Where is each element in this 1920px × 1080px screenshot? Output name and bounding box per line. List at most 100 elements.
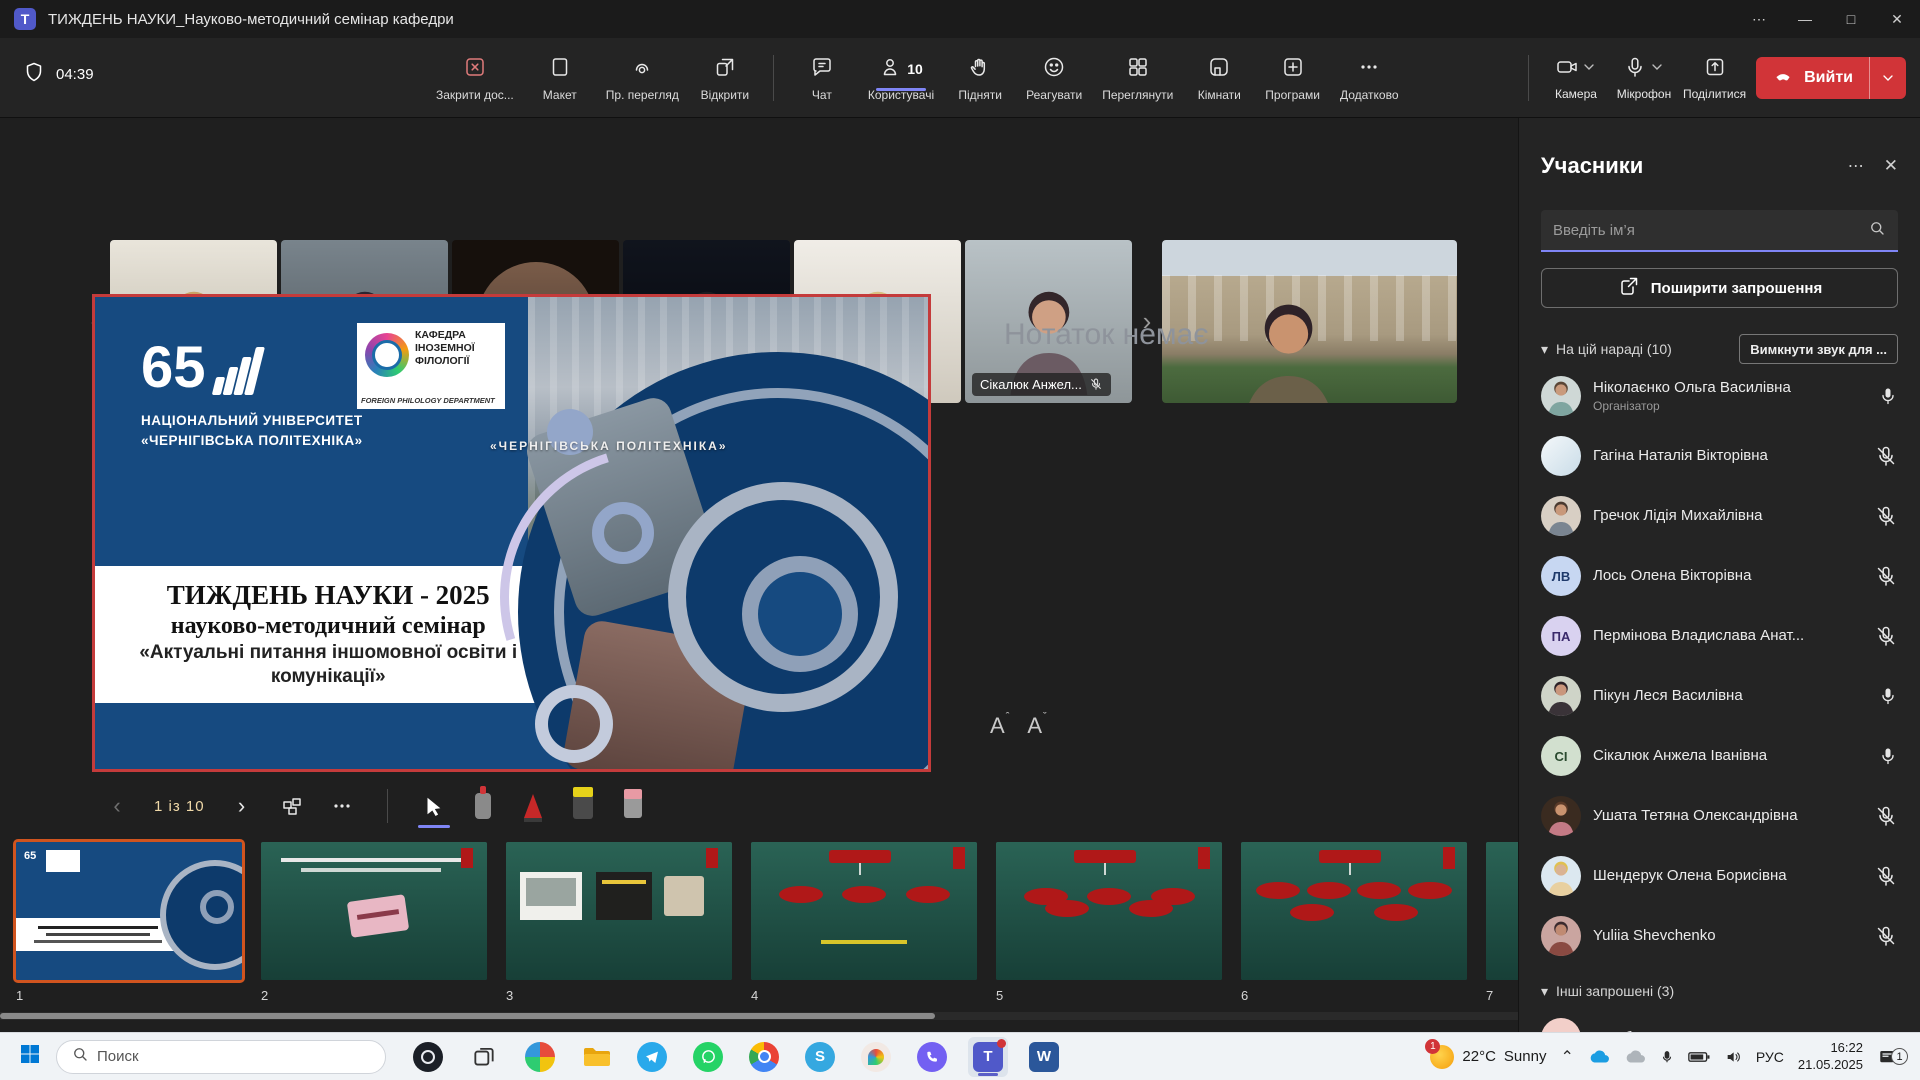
maximize-button[interactable]: □	[1828, 0, 1874, 38]
language-indicator[interactable]: РУС	[1756, 1049, 1784, 1065]
filmstrip-scrollbar[interactable]	[0, 1012, 1518, 1020]
onedrive-icon[interactable]	[1588, 1049, 1610, 1065]
toolbar-chat-button[interactable]: Чат	[790, 46, 854, 110]
toolbar-open-button[interactable]: Відкрити	[693, 46, 757, 110]
participant-row[interactable]: Щербак Олена Миколаївна	[1541, 1008, 1898, 1032]
chevron-down-icon[interactable]	[1581, 59, 1597, 80]
participant-row[interactable]: Yuliia Shevchenko	[1541, 906, 1898, 966]
skype-taskbar-icon[interactable]: S	[800, 1037, 840, 1077]
participant-row[interactable]: Ніколаєнко Ольга ВасилівнаОрганізатор	[1541, 366, 1898, 426]
toolbar-private-view-button[interactable]: Пр. перегляд	[600, 46, 685, 110]
muted-mic-icon[interactable]	[1874, 804, 1898, 828]
notification-badge: 1	[1891, 1048, 1908, 1065]
pinwheel-taskbar-icon[interactable]	[520, 1037, 560, 1077]
muted-mic-icon[interactable]	[1874, 624, 1898, 648]
mic-on-icon[interactable]	[1878, 686, 1898, 706]
slide-subtitle: науково-методичний семінар	[171, 613, 486, 640]
chevron-down-icon[interactable]	[1649, 59, 1665, 80]
participant-row[interactable]: Гречок Лідія Михайлівна	[1541, 486, 1898, 546]
pointer-tool-button[interactable]	[420, 788, 446, 824]
toolbar-view-button[interactable]: Переглянути	[1096, 46, 1179, 110]
taskbar-search[interactable]	[56, 1040, 386, 1074]
mic-on-icon[interactable]	[1878, 746, 1898, 766]
cloud-icon[interactable]	[1624, 1049, 1646, 1065]
slide-grid-button[interactable]	[279, 788, 305, 824]
minimize-button[interactable]: —	[1782, 0, 1828, 38]
leave-button[interactable]: Вийти	[1756, 57, 1906, 99]
filmstrip-slide-3[interactable]	[506, 842, 732, 980]
participant-row[interactable]: Гагіна Наталія Вікторівна	[1541, 426, 1898, 486]
battery-icon[interactable]	[1688, 1050, 1710, 1064]
chrome-taskbar-icon[interactable]	[744, 1037, 784, 1077]
participant-row[interactable]: ПАПермінова Владислава Анат...	[1541, 606, 1898, 666]
participant-row[interactable]: Ушата Тетяна Олександрівна	[1541, 786, 1898, 846]
titlebar-more-icon[interactable]: ⋯	[1736, 0, 1782, 38]
toolbar-raise-button[interactable]: Підняти	[948, 46, 1012, 110]
taskbar-search-input[interactable]	[97, 1048, 297, 1065]
toolbar-close-share-button[interactable]: Закрити дос...	[430, 46, 520, 110]
participants-close-icon[interactable]: ✕	[1884, 156, 1898, 176]
word-taskbar-icon[interactable]: W	[1024, 1037, 1064, 1077]
notes-font-increase-button[interactable]: Aˆ	[990, 713, 1009, 739]
participant-search-input[interactable]	[1553, 222, 1860, 239]
tray-chevron-up-icon[interactable]: ⌃	[1560, 1047, 1573, 1067]
participants-more-icon[interactable]: ⋯	[1848, 156, 1864, 176]
muted-mic-icon[interactable]	[1874, 924, 1898, 948]
previous-slide-button[interactable]: ‹	[104, 788, 130, 824]
toolbar-react-button[interactable]: Реагувати	[1020, 46, 1088, 110]
filmstrip-slide-6[interactable]	[1241, 842, 1467, 980]
pen-tool-button[interactable]	[520, 788, 546, 824]
muted-mic-icon[interactable]	[1874, 564, 1898, 588]
filmstrip-slide-2[interactable]	[261, 842, 487, 980]
whatsapp-taskbar-icon[interactable]	[688, 1037, 728, 1077]
microphone-button[interactable]: Мікрофон	[1615, 55, 1673, 101]
invited-section[interactable]: Інші запрошені (3)	[1556, 983, 1674, 999]
camera-button[interactable]: Камера	[1547, 55, 1605, 101]
participant-row[interactable]: Пікун Леся Василівна	[1541, 666, 1898, 726]
muted-mic-icon[interactable]	[1874, 444, 1898, 468]
viber-taskbar-icon[interactable]	[912, 1037, 952, 1077]
leave-options-chevron-icon[interactable]	[1870, 70, 1906, 86]
share-button[interactable]: Поділитися	[1683, 55, 1746, 101]
avatar: ПА	[1541, 616, 1581, 656]
toolbar-rooms-button[interactable]: Кімнати	[1187, 46, 1251, 110]
filmstrip-slide-1[interactable]: 65	[16, 842, 242, 980]
next-slide-button[interactable]: ›	[229, 788, 255, 824]
in-meeting-section[interactable]: ▾ На цій нараді (10)	[1541, 341, 1672, 358]
weather-widget[interactable]: 1 22°C Sunny	[1430, 1045, 1546, 1069]
toolbar-layout-button[interactable]: Макет	[528, 46, 592, 110]
mute-all-button[interactable]: Вимкнути звук для ...	[1739, 334, 1898, 364]
laser-pointer-tool-button[interactable]	[470, 788, 496, 824]
taskbar-clock[interactable]: 16:22 21.05.2025	[1798, 1040, 1863, 1074]
muted-mic-icon[interactable]	[1874, 864, 1898, 888]
toolbar-people-button[interactable]: 10Користувачі	[862, 46, 940, 110]
filmstrip-slide-4[interactable]	[751, 842, 977, 980]
task-view-taskbar-icon[interactable]	[464, 1037, 504, 1077]
paint-taskbar-icon[interactable]	[856, 1037, 896, 1077]
filmstrip-slide-5[interactable]	[996, 842, 1222, 980]
share-invite-button[interactable]: Поширити запрошення	[1541, 268, 1898, 308]
muted-mic-icon[interactable]	[1874, 504, 1898, 528]
toolbar-more-button[interactable]: Додатково	[1334, 46, 1405, 110]
close-button[interactable]: ✕	[1874, 0, 1920, 38]
notification-center[interactable]: 1	[1877, 1048, 1908, 1066]
teams-taskbar-icon[interactable]: T	[968, 1037, 1008, 1077]
participant-row[interactable]: ЛВЛось Олена Вікторівна	[1541, 546, 1898, 606]
shield-icon[interactable]	[22, 60, 46, 88]
participant-row[interactable]: Шендерук Олена Борисівна	[1541, 846, 1898, 906]
eraser-tool-button[interactable]	[620, 788, 646, 824]
slide-more-options-button[interactable]	[329, 788, 355, 824]
telegram-taskbar-icon[interactable]	[632, 1037, 672, 1077]
mic-on-icon[interactable]	[1878, 386, 1898, 406]
toolbar-apps-button[interactable]: Програми	[1259, 46, 1326, 110]
participant-row[interactable]: СІСікалюк Анжела Іванівна	[1541, 726, 1898, 786]
explorer-taskbar-icon[interactable]	[576, 1037, 616, 1077]
highlighter-tool-button[interactable]	[570, 788, 596, 824]
tray-mic-icon[interactable]	[1660, 1048, 1674, 1066]
filmstrip-slide-7[interactable]	[1486, 842, 1518, 980]
shared-presentation-slide[interactable]: ТИЖДЕНЬ НАУКИ - 2025 науково-методичний …	[92, 294, 931, 772]
copilot-taskbar-icon[interactable]	[408, 1037, 448, 1077]
start-button[interactable]	[18, 1042, 42, 1071]
notes-font-decrease-button[interactable]: Aˇ	[1027, 713, 1046, 739]
speaker-icon[interactable]	[1724, 1049, 1742, 1065]
